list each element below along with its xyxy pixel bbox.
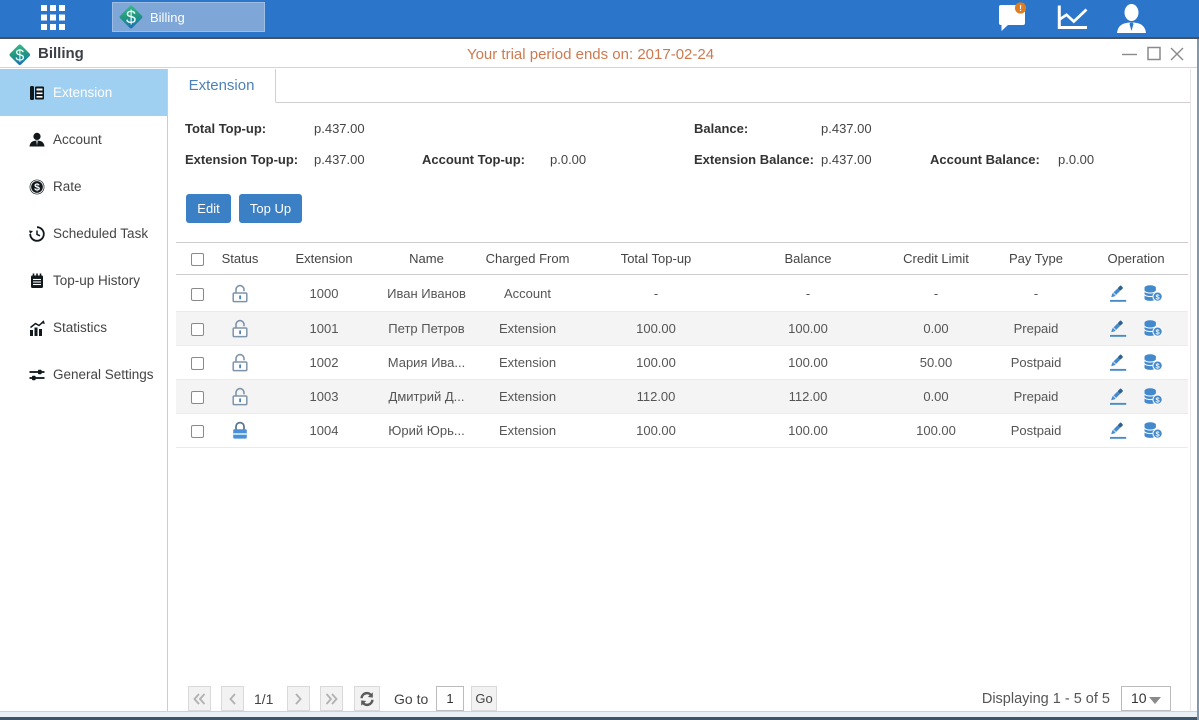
svg-text:$: $ (34, 181, 40, 193)
svg-text:$: $ (126, 8, 136, 28)
svg-text:!: ! (1019, 3, 1022, 13)
